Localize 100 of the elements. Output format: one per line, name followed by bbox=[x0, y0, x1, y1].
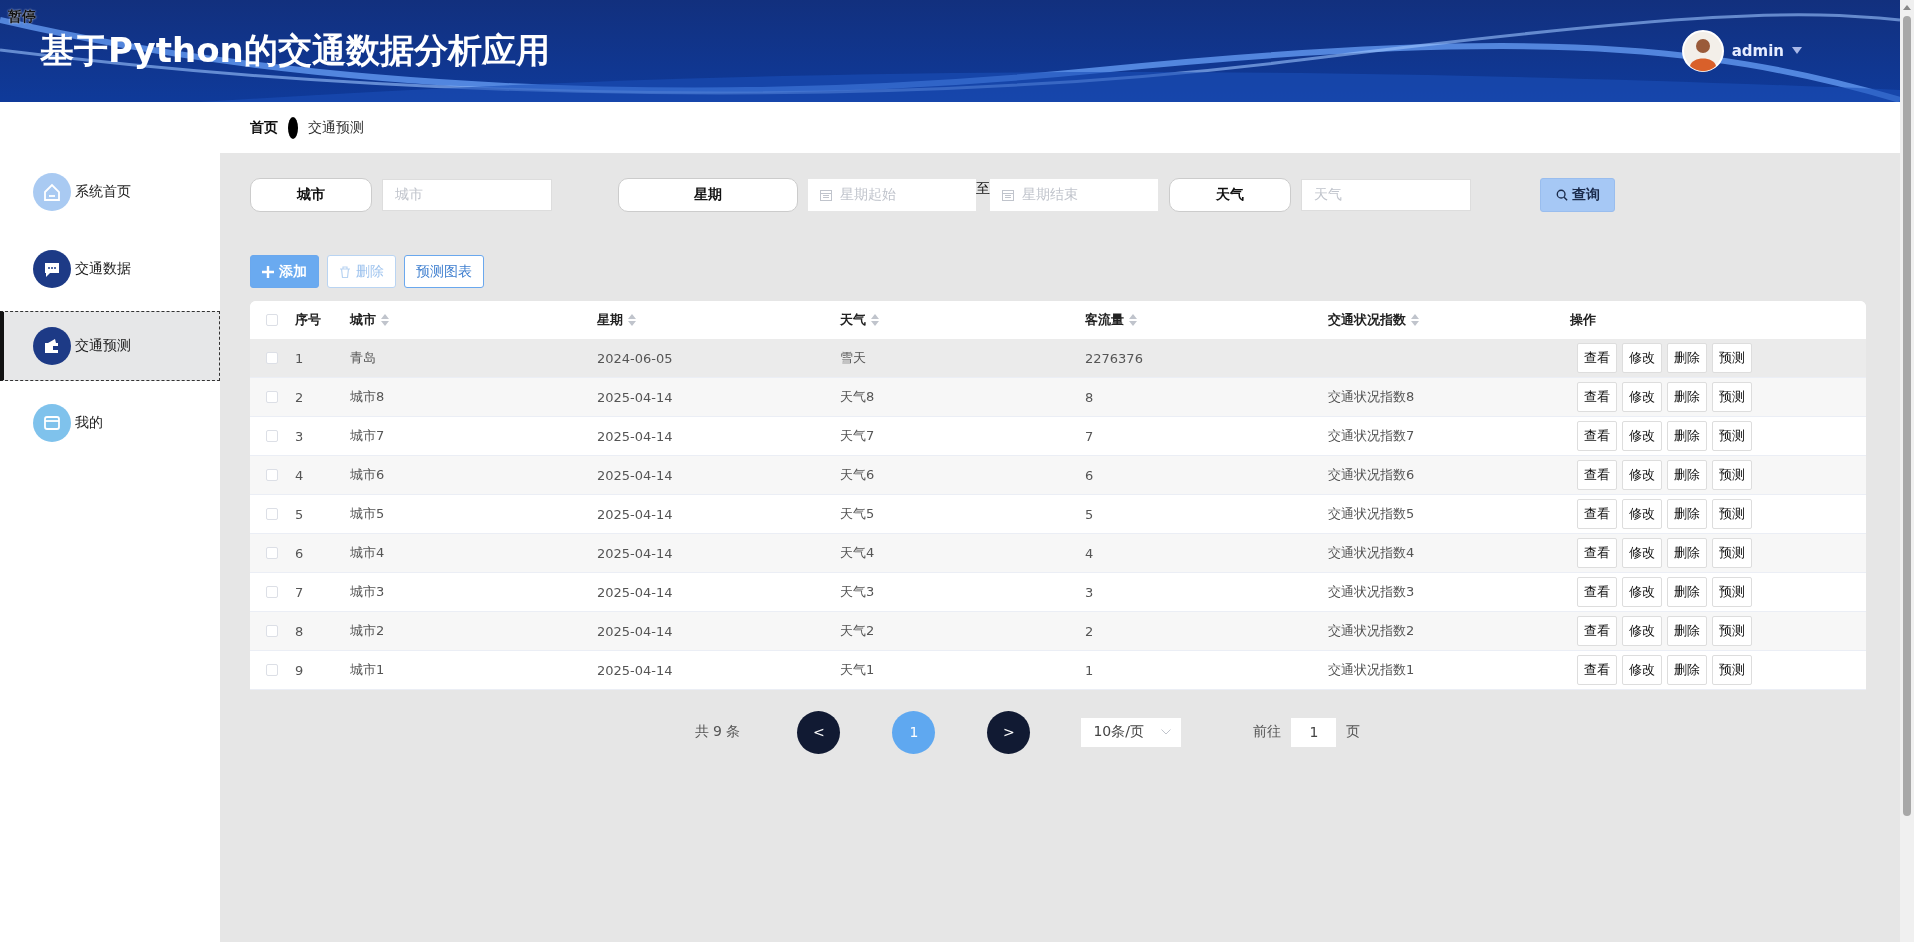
prev-page-button[interactable]: < bbox=[797, 710, 841, 754]
row-action-button[interactable]: 查看 bbox=[1577, 421, 1617, 451]
column-header: 交通状况指数 bbox=[1328, 311, 1406, 329]
table-cell-text: 天气6 bbox=[840, 466, 876, 484]
checkbox[interactable] bbox=[266, 430, 278, 442]
table-row[interactable]: 8 城市2 2025-04-14 天气2 2 交通状况指数2 查看 修改 删除 预测 bbox=[250, 612, 1866, 651]
row-action-button[interactable]: 删除 bbox=[1667, 382, 1707, 412]
row-action-button[interactable]: 删除 bbox=[1667, 538, 1707, 568]
checkbox[interactable] bbox=[266, 314, 278, 326]
sort-icon[interactable] bbox=[628, 314, 636, 326]
checkbox[interactable] bbox=[266, 469, 278, 481]
table-row[interactable]: 1 青岛 2024-06-05 雪天 2276376 查看 修改 删除 预测 bbox=[250, 339, 1866, 378]
row-action-button[interactable]: 预测 bbox=[1712, 421, 1752, 451]
table-cell-text: 交通状况指数8 bbox=[1328, 388, 1416, 406]
row-action-button[interactable]: 查看 bbox=[1577, 616, 1617, 646]
table-cell-text: 城市7 bbox=[350, 427, 386, 445]
row-action-button[interactable]: 删除 bbox=[1667, 655, 1707, 685]
row-action-button[interactable]: 删除 bbox=[1667, 499, 1707, 529]
table-cell-text: 天气8 bbox=[840, 388, 876, 406]
avatar-icon[interactable] bbox=[1681, 30, 1724, 72]
row-action-button[interactable]: 修改 bbox=[1622, 655, 1662, 685]
table-cell-text: 雪天 bbox=[840, 349, 867, 367]
row-action-button[interactable]: 预测 bbox=[1712, 499, 1752, 529]
row-action-button[interactable]: 查看 bbox=[1577, 577, 1617, 607]
breadcrumb-item[interactable]: 首页 bbox=[250, 118, 278, 137]
row-action-button[interactable]: 修改 bbox=[1622, 421, 1662, 451]
row-action-button[interactable]: 预测 bbox=[1712, 343, 1752, 373]
table-cell-text: 交通状况指数5 bbox=[1328, 505, 1416, 523]
column-header: 序号 bbox=[295, 311, 321, 329]
table-cell-text: 6 bbox=[1085, 467, 1095, 483]
search-button[interactable]: 查询 bbox=[1540, 178, 1615, 212]
row-action-button[interactable]: 查看 bbox=[1577, 343, 1617, 373]
column-header: 天气 bbox=[840, 311, 866, 329]
caret-icon[interactable] bbox=[1792, 47, 1802, 55]
sort-icon[interactable] bbox=[381, 314, 389, 326]
table-cell-text: 城市5 bbox=[350, 505, 386, 523]
row-action-button[interactable]: 修改 bbox=[1622, 343, 1662, 373]
checkbox[interactable] bbox=[266, 664, 278, 676]
checkbox[interactable] bbox=[266, 391, 278, 403]
table-cell-text: 交通状况指数1 bbox=[1328, 661, 1416, 679]
row-action-button[interactable]: 预测 bbox=[1712, 616, 1752, 646]
checkbox[interactable] bbox=[266, 352, 278, 364]
row-action-button[interactable]: 修改 bbox=[1622, 577, 1662, 607]
checkbox[interactable] bbox=[266, 508, 278, 520]
next-page-button[interactable]: > bbox=[987, 710, 1031, 754]
table-row[interactable]: 9 城市1 2025-04-14 天气1 1 交通状况指数1 查看 修改 删除 预测 bbox=[250, 651, 1866, 690]
row-action-button[interactable]: 修改 bbox=[1622, 538, 1662, 568]
page-input[interactable]: 1 bbox=[1291, 717, 1337, 747]
row-action-button[interactable]: 修改 bbox=[1622, 499, 1662, 529]
table-cell-text: 交通状况指数7 bbox=[1328, 427, 1416, 445]
sort-icon[interactable] bbox=[1411, 314, 1419, 326]
scrollbar-thumb[interactable] bbox=[1903, 16, 1911, 816]
table-cell-text: 7 bbox=[295, 584, 305, 600]
sidebar-item[interactable]: 系统首页 bbox=[0, 157, 220, 227]
row-action-button[interactable]: 查看 bbox=[1577, 655, 1617, 685]
table-cell-text: 交通状况指数3 bbox=[1328, 583, 1416, 601]
row-action-button[interactable]: 删除 bbox=[1667, 460, 1707, 490]
row-action-button[interactable]: 预测 bbox=[1712, 577, 1752, 607]
checkbox[interactable] bbox=[266, 586, 278, 598]
row-action-button[interactable]: 预测 bbox=[1712, 538, 1752, 568]
range-separator: 至 bbox=[976, 180, 990, 198]
trash-icon bbox=[339, 265, 351, 278]
user-name[interactable]: admin bbox=[1731, 42, 1784, 60]
table-cell-text: 8 bbox=[295, 623, 305, 639]
row-action-button[interactable]: 查看 bbox=[1577, 538, 1617, 568]
row-action-button[interactable]: 删除 bbox=[1667, 577, 1707, 607]
table-cell-text: 5 bbox=[295, 506, 305, 522]
row-action-button[interactable]: 查看 bbox=[1577, 460, 1617, 490]
row-action-button[interactable]: 预测 bbox=[1712, 382, 1752, 412]
table-row[interactable]: 4 城市6 2025-04-14 天气6 6 交通状况指数6 查看 修改 删除 预测 bbox=[250, 456, 1866, 495]
row-action-button[interactable]: 预测 bbox=[1712, 460, 1752, 490]
row-action-button[interactable]: 删除 bbox=[1667, 616, 1707, 646]
table-cell-text: 2 bbox=[1085, 623, 1095, 639]
calendar-icon bbox=[820, 189, 832, 201]
row-action-button[interactable]: 删除 bbox=[1667, 421, 1707, 451]
table-row[interactable]: 2 城市8 2025-04-14 天气8 8 交通状况指数8 查看 修改 删除 预测 bbox=[250, 378, 1866, 417]
table-cell-text: 1 bbox=[295, 350, 305, 366]
row-action-button[interactable]: 查看 bbox=[1577, 499, 1617, 529]
row-action-button[interactable]: 删除 bbox=[1667, 343, 1707, 373]
chart-button[interactable]: 预测图表 bbox=[404, 255, 484, 288]
row-action-button[interactable]: 修改 bbox=[1622, 616, 1662, 646]
table-cell-text: 1 bbox=[1085, 662, 1095, 678]
table-cell-text: 9 bbox=[295, 662, 305, 678]
checkbox[interactable] bbox=[266, 547, 278, 559]
row-action-button[interactable]: 预测 bbox=[1712, 655, 1752, 685]
table-cell-text: 城市4 bbox=[350, 544, 386, 562]
sort-icon[interactable] bbox=[871, 314, 879, 326]
row-action-button[interactable]: 修改 bbox=[1622, 460, 1662, 490]
sort-icon[interactable] bbox=[1129, 314, 1137, 326]
page-size-select[interactable]: 10条/页 bbox=[1081, 717, 1182, 747]
checkbox[interactable] bbox=[266, 625, 278, 637]
chevron-icon bbox=[1161, 729, 1172, 735]
sidebar-item[interactable]: 交通数据 bbox=[0, 234, 220, 304]
row-action-button[interactable]: 修改 bbox=[1622, 382, 1662, 412]
table-cell-text: 青岛 bbox=[350, 349, 377, 367]
table-row[interactable]: 6 城市4 2025-04-14 天气4 4 交通状况指数4 查看 修改 删除 预测 bbox=[250, 534, 1866, 573]
sidebar-item[interactable]: 我的 bbox=[0, 388, 220, 458]
breadcrumb-item: 交通预测 bbox=[308, 118, 364, 137]
row-action-button[interactable]: 查看 bbox=[1577, 382, 1617, 412]
sidebar-item[interactable]: 交通预测 bbox=[0, 311, 220, 381]
